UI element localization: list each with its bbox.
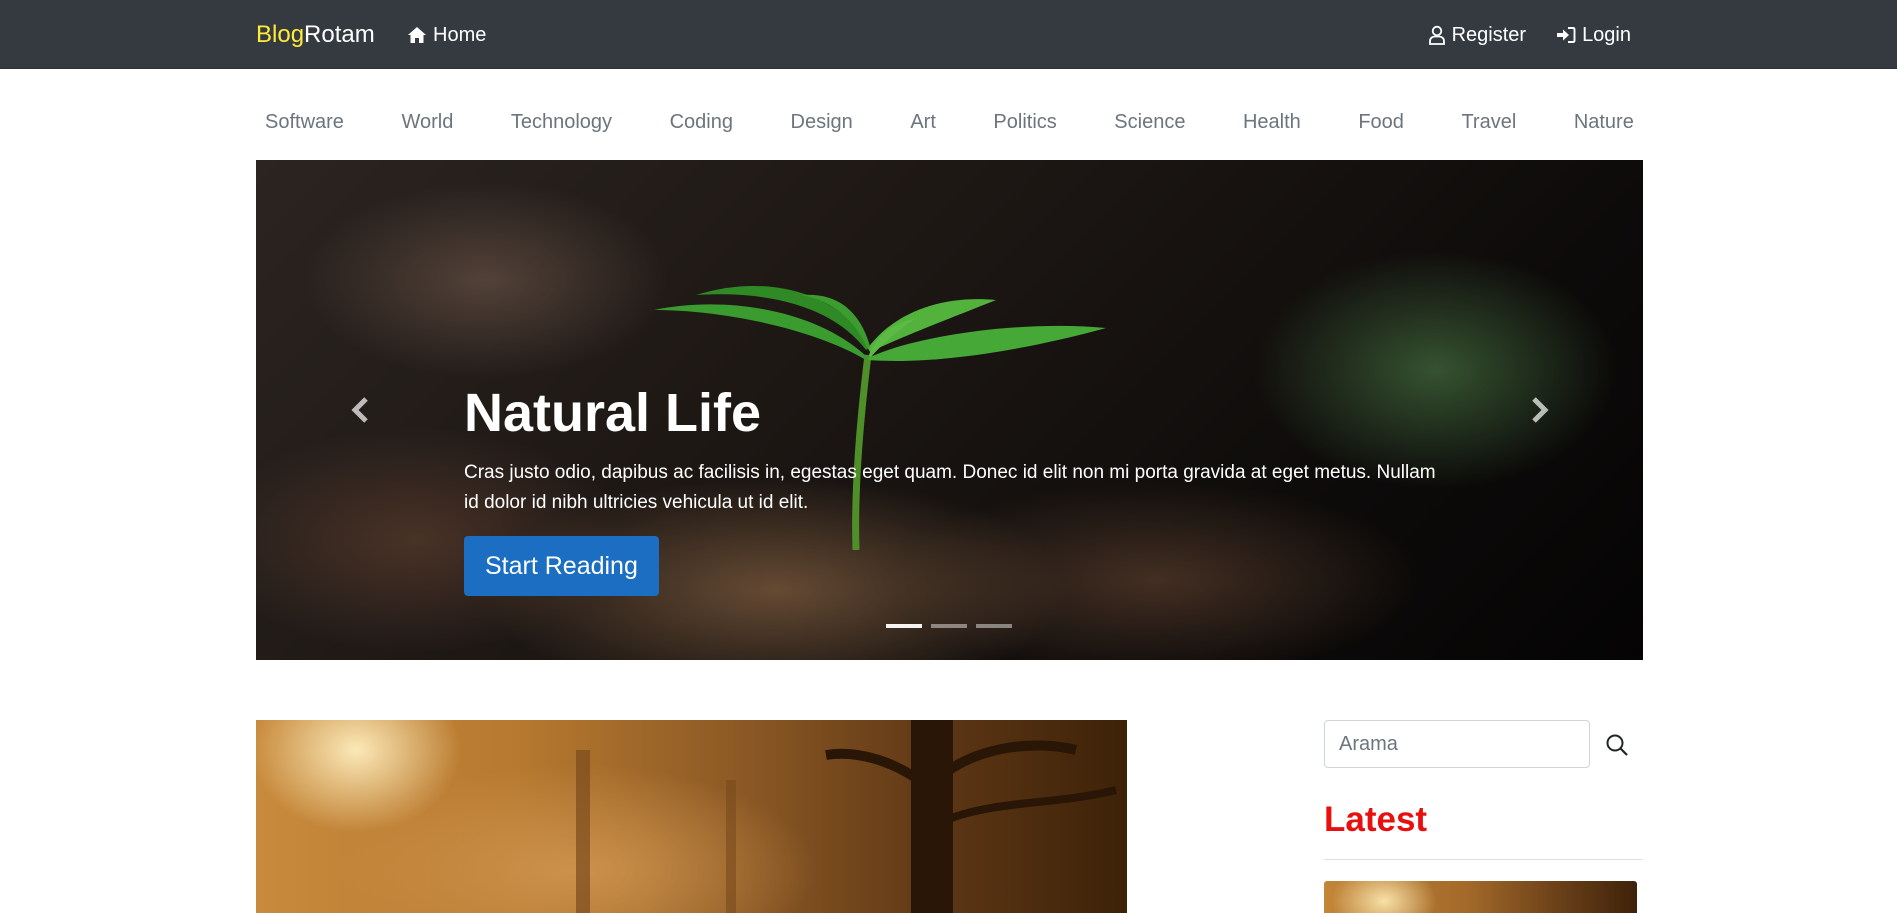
- forest-image: [576, 720, 1117, 913]
- category-art[interactable]: Art: [910, 111, 936, 134]
- brand-part2: Rotam: [304, 21, 375, 48]
- brand-part1: Blog: [256, 21, 305, 48]
- carousel-indicators: [886, 624, 1012, 628]
- carousel-next-button[interactable]: [1528, 396, 1552, 424]
- nav-login-link[interactable]: Login: [1556, 23, 1631, 47]
- carousel-indicator-3[interactable]: [976, 624, 1012, 628]
- hero-caption: Natural Life Cras justo odio, dapibus ac…: [464, 382, 1464, 596]
- nav-login-label: Login: [1582, 24, 1631, 46]
- home-icon: [407, 26, 427, 44]
- nav-register-link[interactable]: Register: [1428, 23, 1526, 47]
- category-food[interactable]: Food: [1358, 111, 1404, 134]
- carousel-prev-button[interactable]: [348, 396, 372, 424]
- category-technology[interactable]: Technology: [511, 111, 612, 134]
- latest-post-thumbnail[interactable]: [1324, 881, 1637, 913]
- category-health[interactable]: Health: [1243, 111, 1301, 134]
- category-nature[interactable]: Nature: [1574, 111, 1634, 134]
- category-coding[interactable]: Coding: [670, 111, 733, 134]
- start-reading-button[interactable]: Start Reading: [464, 536, 659, 596]
- hero-text: Cras justo odio, dapibus ac facilisis in…: [464, 462, 1436, 513]
- hero-carousel: Natural Life Cras justo odio, dapibus ac…: [256, 160, 1643, 660]
- top-navbar: BlogRotam Home Register Login: [0, 0, 1897, 69]
- search-input[interactable]: [1324, 720, 1590, 768]
- hero-title: Natural Life: [464, 383, 762, 443]
- post-featured-image[interactable]: [256, 720, 1127, 913]
- category-politics[interactable]: Politics: [993, 111, 1056, 134]
- chevron-right-icon: [1532, 397, 1549, 423]
- nav-home-link[interactable]: Home: [407, 23, 486, 47]
- search-button[interactable]: [1604, 732, 1630, 758]
- nav-home-label: Home: [433, 24, 487, 46]
- search-icon: [1606, 734, 1628, 756]
- latest-divider: [1324, 859, 1643, 860]
- nav-register-label: Register: [1451, 24, 1527, 46]
- category-software[interactable]: Software: [265, 111, 344, 134]
- brand-logo[interactable]: BlogRotam: [256, 20, 375, 50]
- carousel-indicator-1[interactable]: [886, 624, 922, 628]
- category-science[interactable]: Science: [1114, 111, 1185, 134]
- category-world[interactable]: World: [401, 111, 453, 134]
- carousel-indicator-2[interactable]: [931, 624, 967, 628]
- category-design[interactable]: Design: [791, 111, 853, 134]
- category-travel[interactable]: Travel: [1461, 111, 1516, 134]
- user-icon: [1428, 25, 1446, 45]
- sign-in-icon: [1556, 26, 1576, 44]
- chevron-left-icon: [351, 397, 368, 423]
- category-nav: Software World Technology Coding Design …: [256, 106, 1643, 138]
- nav-right-links: Register Login: [1428, 23, 1631, 47]
- latest-heading: Latest: [1324, 800, 1428, 839]
